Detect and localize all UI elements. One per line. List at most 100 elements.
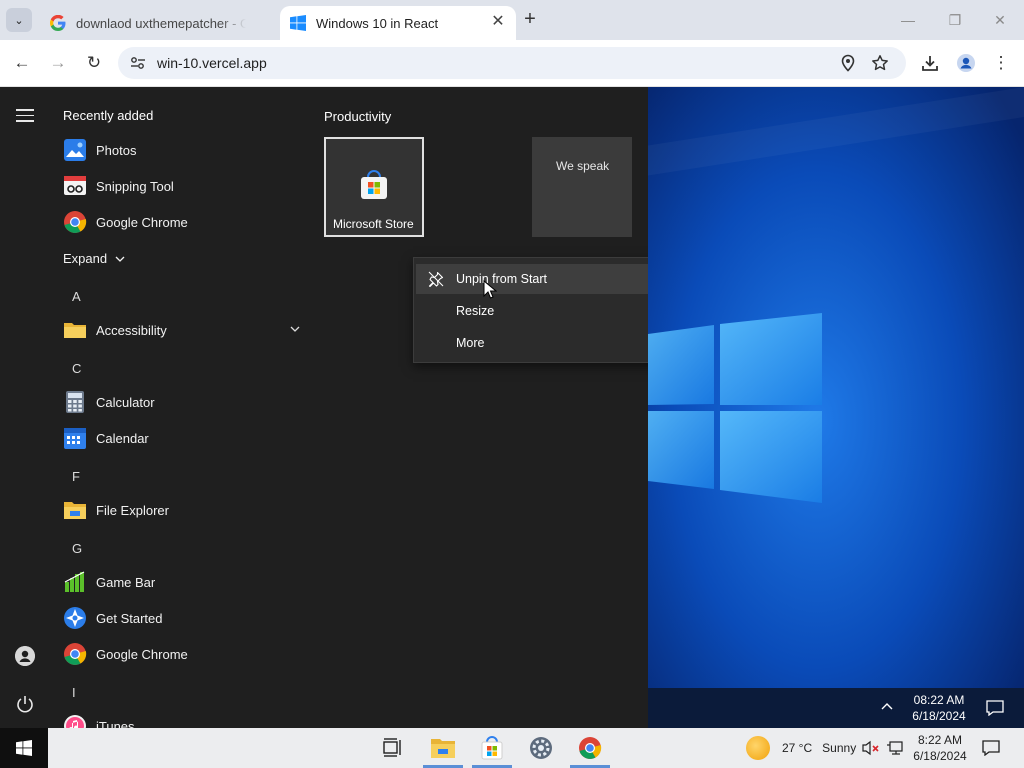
calculator-icon [66, 391, 84, 413]
taskbar-clock-date: 6/18/2024 [913, 749, 967, 763]
desktop-taskbar-tray: 08:22 AM 6/18/2024 [648, 688, 1024, 728]
app-name: Calculator [96, 394, 155, 410]
task-view-icon[interactable] [380, 736, 406, 760]
tile-microsoft-store[interactable]: Microsoft Store [324, 137, 424, 237]
google-g-icon [50, 15, 66, 31]
back-button[interactable]: ← [11, 52, 33, 74]
chrome-icon [64, 211, 87, 233]
taskbar-clock-time: 8:22 AM [917, 733, 963, 747]
app-item-accessibility[interactable]: Accessibility [63, 315, 308, 345]
letter-header-g[interactable]: G [72, 541, 82, 556]
microsoft-store-icon[interactable] [479, 736, 505, 760]
hamburger-menu-icon[interactable] [16, 109, 34, 123]
letter-header-c[interactable]: C [72, 361, 81, 376]
profile-avatar-icon[interactable] [956, 53, 976, 73]
app-item-get-started[interactable]: Get Started [63, 603, 308, 633]
start-menu: Recently added Photos Snipping Tool Goog… [0, 87, 648, 728]
chevron-down-icon[interactable] [290, 324, 300, 334]
restore-button[interactable]: ❐ [945, 10, 965, 30]
bookmark-star-icon[interactable] [871, 54, 889, 72]
chevron-down-icon: ⌄ [14, 14, 24, 27]
forward-button[interactable]: → [47, 52, 69, 74]
browser-tab-google[interactable]: downlaod uxthemepatcher - Goo [40, 6, 276, 40]
context-menu-label: Resize [456, 304, 495, 318]
app-name: Accessibility [96, 322, 167, 338]
chevron-up-icon[interactable] [880, 700, 894, 714]
tab-close-icon[interactable]: ✕ [490, 14, 506, 30]
app-item-snipping-tool[interactable]: Snipping Tool [63, 171, 308, 201]
taskbar-clock[interactable]: 8:22 AM 6/18/2024 [908, 732, 972, 764]
weather-sun-icon[interactable] [746, 736, 770, 760]
app-item-photos[interactable]: Photos [63, 135, 308, 165]
app-item-game-bar[interactable]: Game Bar [63, 567, 308, 597]
context-menu-more[interactable]: More [416, 328, 648, 358]
user-account-icon[interactable] [15, 646, 35, 666]
chrome-icon[interactable] [577, 736, 603, 760]
photos-icon [64, 139, 86, 161]
windows-logo-icon [16, 740, 32, 756]
app-name: Google Chrome [96, 214, 188, 230]
weather-temperature: 27 °C [782, 741, 813, 755]
expand-button[interactable]: Expand [63, 251, 125, 266]
microsoft-store-icon [361, 170, 387, 199]
browser-tab-strip: ⌄ downlaod uxthemepatcher - Goo Windows … [0, 0, 1024, 40]
new-tab-button[interactable]: + [520, 9, 540, 30]
itunes-icon [64, 715, 86, 728]
context-menu-resize[interactable]: Resize [416, 296, 648, 326]
power-icon[interactable] [15, 694, 35, 714]
snipping-tool-icon [64, 176, 86, 195]
app-name: Game Bar [96, 574, 156, 590]
settings-gear-icon[interactable] [528, 736, 554, 760]
unpin-icon [428, 271, 444, 287]
tab-title: Windows 10 in React [316, 15, 439, 31]
volume-muted-icon[interactable] [862, 740, 880, 756]
app-item-google-chrome[interactable]: Google Chrome [63, 207, 308, 237]
network-icon[interactable] [886, 740, 904, 756]
reload-button[interactable]: ↻ [83, 52, 105, 74]
app-name: iTunes [96, 718, 135, 729]
app-name: Photos [96, 142, 137, 158]
minimize-button[interactable]: — [898, 10, 918, 30]
tile-we-speak[interactable]: We speak [532, 137, 632, 237]
letter-header-a[interactable]: A [72, 289, 81, 304]
tab-title: downlaod uxthemepatcher - Goo [76, 15, 246, 31]
app-item-file-explorer[interactable]: File Explorer [63, 495, 308, 525]
taskbar: 27 °C Sunny 8:22 AM 6/18/2024 [0, 728, 1024, 768]
start-button[interactable] [0, 728, 48, 768]
file-explorer-icon[interactable] [430, 736, 456, 760]
url-text: win-10.vercel.app [157, 55, 267, 71]
notification-center-icon[interactable] [986, 700, 1004, 716]
address-bar[interactable]: win-10.vercel.app [118, 47, 906, 79]
context-menu-unpin-from-start[interactable]: Unpin from Start [416, 264, 648, 294]
app-list: Recently added Photos Snipping Tool Goog… [50, 87, 308, 728]
app-item-calendar[interactable]: Calendar [63, 423, 308, 453]
app-name: Get Started [96, 610, 163, 626]
context-menu-label: Unpin from Start [456, 272, 548, 286]
context-menu-label: More [456, 336, 485, 350]
tile-label: We speak [556, 159, 610, 173]
letter-header-i[interactable]: I [72, 685, 76, 700]
letter-header-f[interactable]: F [72, 469, 80, 484]
desktop-clock[interactable]: 08:22 AM 6/18/2024 [904, 692, 974, 724]
location-pin-icon[interactable] [839, 54, 857, 72]
app-name: Calendar [96, 430, 149, 446]
browser-tab-windows10[interactable]: Windows 10 in React ✕ [280, 6, 516, 40]
weather-widget[interactable]: 27 °C Sunny [782, 741, 856, 755]
tile-context-menu: Unpin from Start Resize More [413, 257, 648, 363]
tile-label: Microsoft Store [333, 217, 414, 231]
file-explorer-icon [64, 502, 86, 519]
expand-label: Expand [63, 251, 108, 266]
browser-menu-button[interactable]: ⋮ [991, 52, 1011, 74]
chrome-icon [64, 643, 87, 665]
close-window-button[interactable]: ✕ [990, 10, 1010, 30]
app-item-itunes[interactable]: iTunes [63, 711, 308, 728]
download-icon[interactable] [920, 53, 940, 73]
get-started-icon [64, 607, 86, 629]
notification-center-icon[interactable] [982, 740, 1000, 756]
tab-search-button[interactable]: ⌄ [6, 8, 32, 32]
app-name: File Explorer [96, 502, 169, 518]
app-item-google-chrome[interactable]: Google Chrome [63, 639, 308, 669]
app-item-calculator[interactable]: Calculator [63, 387, 308, 417]
site-settings-icon[interactable] [130, 55, 146, 71]
mouse-cursor-icon [483, 280, 497, 299]
